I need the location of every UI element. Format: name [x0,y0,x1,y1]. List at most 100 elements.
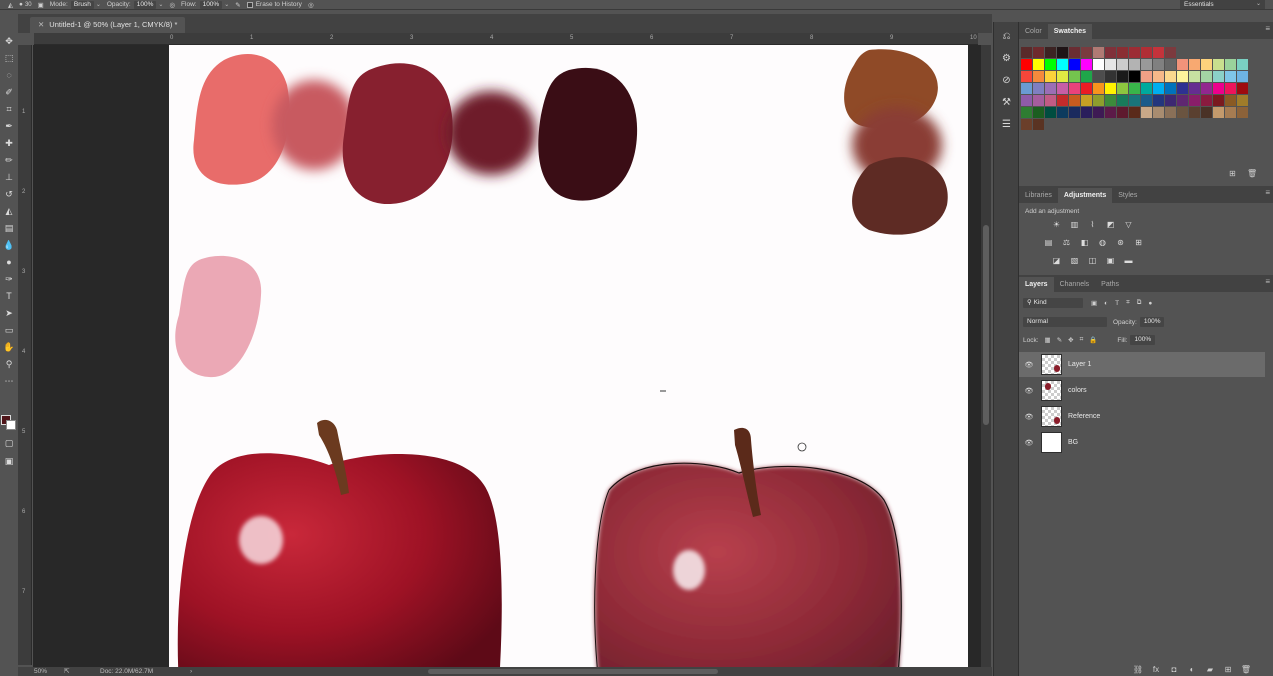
color-swatch[interactable] [1081,107,1093,119]
color-swatch[interactable] [1213,83,1225,95]
document-canvas[interactable] [169,45,968,667]
color-swatch[interactable] [1237,71,1249,83]
color-swatch[interactable] [1237,107,1249,119]
color-swatch[interactable] [1033,47,1045,59]
color-swatch[interactable] [1045,83,1057,95]
color-swatch[interactable] [1189,95,1201,107]
eraser-tool-icon[interactable]: ◭ [8,1,13,9]
color-swatch[interactable] [1225,107,1237,119]
color-swatch[interactable] [1045,47,1057,59]
color-swatch[interactable] [1105,95,1117,107]
color-swatch[interactable] [1021,95,1033,107]
color-swatch[interactable] [1153,95,1165,107]
color-swatch[interactable] [1117,47,1129,59]
opacity-value[interactable]: 100% [133,0,157,9]
color-swatch[interactable] [1165,71,1177,83]
layer-thumbnail[interactable] [1041,354,1062,375]
delete-swatch-icon[interactable]: 🗑 [1247,169,1257,178]
color-swatch[interactable] [1045,95,1057,107]
healing-brush-tool-icon[interactable]: ✚ [0,135,18,152]
color-swatch[interactable] [1021,59,1033,71]
color-swatch[interactable] [1201,71,1213,83]
color-swatch[interactable] [1153,71,1165,83]
pen-tool-icon[interactable]: ✑ [0,271,18,288]
color-swatch[interactable] [1069,59,1081,71]
eraser-tool-icon[interactable]: ◭ [0,203,18,220]
color-swatch[interactable] [1141,107,1153,119]
fill-value[interactable]: 100% [1130,335,1156,345]
tool-presets-panel-icon[interactable]: ☰ [994,114,1019,136]
brightness-icon[interactable]: ☀ [1049,219,1064,231]
mode-control[interactable]: Mode: Brush ⌄ [50,0,101,9]
layer-row[interactable]: 👁 Reference [1019,404,1265,429]
color-swatch[interactable] [1153,47,1165,59]
new-swatch-icon[interactable]: ⊞ [1229,169,1236,178]
color-swatch[interactable] [1165,107,1177,119]
color-swatch[interactable] [1021,119,1033,131]
vibrance-icon[interactable]: ▽ [1121,219,1136,231]
color-swatch[interactable] [1021,83,1033,95]
brush-tool-icon[interactable]: ✏ [0,152,18,169]
color-swatch[interactable] [1021,47,1033,59]
tab-layers[interactable]: Layers [1019,277,1054,292]
path-selection-tool-icon[interactable]: ➤ [0,305,18,322]
new-adjustment-layer-icon[interactable]: ◐ [1183,665,1201,674]
layer-style-icon[interactable]: fx [1147,665,1165,674]
lasso-tool-icon[interactable]: ◌ [0,67,18,84]
export-icon[interactable]: ⇱ [64,667,69,676]
invert-icon[interactable]: ◪ [1049,255,1064,267]
color-swatch[interactable] [1237,95,1249,107]
color-swatch[interactable] [1165,47,1177,59]
tab-paths[interactable]: Paths [1095,277,1125,292]
visibility-eye-icon[interactable]: 👁 [1019,387,1039,395]
dodge-tool-icon[interactable]: ● [0,254,18,271]
exposure-icon[interactable]: ◩ [1103,219,1118,231]
color-swatch[interactable] [1165,95,1177,107]
lock-position-icon[interactable]: ✥ [1068,336,1073,344]
color-swatch[interactable] [1165,83,1177,95]
layer-thumbnail[interactable] [1041,406,1062,427]
color-swatch[interactable] [1129,95,1141,107]
color-swatch[interactable] [1081,83,1093,95]
color-swatch[interactable] [1201,59,1213,71]
color-swatch[interactable] [1225,95,1237,107]
delete-layer-icon[interactable]: 🗑 [1237,665,1255,674]
opacity-control[interactable]: Opacity: 100% ⌄ [107,0,163,9]
color-swatch[interactable] [1057,95,1069,107]
color-swatch[interactable] [1105,107,1117,119]
color-balance-icon[interactable]: ⚖ [1059,237,1074,249]
photo-filter-icon[interactable]: ◍ [1095,237,1110,249]
hand-tool-icon[interactable]: ✋ [0,339,18,356]
gradient-tool-icon[interactable]: ▤ [0,220,18,237]
new-group-icon[interactable]: ▰ [1201,665,1219,674]
filter-pixel-icon[interactable]: ▣ [1091,299,1097,307]
color-swatch[interactable] [1117,83,1129,95]
color-swatch[interactable] [1033,119,1045,131]
color-swatch[interactable] [1069,107,1081,119]
lock-all-icon[interactable]: 🔒 [1089,336,1097,344]
vertical-scrollbar[interactable] [981,45,991,667]
panel-menu-icon[interactable]: ≡ [1265,188,1270,197]
levels-icon[interactable]: ▥ [1067,219,1082,231]
quick-selection-tool-icon[interactable]: ✐ [0,84,18,101]
color-swatch[interactable] [1237,59,1249,71]
color-swatch[interactable] [1201,107,1213,119]
color-swatch[interactable] [1093,59,1105,71]
channel-mixer-icon[interactable]: ⊛ [1113,237,1128,249]
pasteboard[interactable] [33,45,981,667]
color-swatch[interactable] [1177,95,1189,107]
airbrush-icon[interactable]: ✎ [235,1,240,9]
layer-row[interactable]: 👁 BG [1019,430,1265,455]
color-swatch[interactable] [1081,59,1093,71]
color-swatch[interactable] [1045,59,1057,71]
color-swatch[interactable] [1129,71,1141,83]
layer-filter-kind[interactable]: ⚲ Kind [1023,298,1083,308]
color-swatch[interactable] [1141,71,1153,83]
color-swatch[interactable] [1033,107,1045,119]
filter-smart-object-icon[interactable]: ⧉ [1137,299,1142,307]
erase-history-checkbox[interactable] [246,1,253,8]
lock-artboard-icon[interactable]: ⌗ [1080,336,1084,344]
panel-menu-icon[interactable]: ≡ [1265,24,1270,33]
color-swatch[interactable] [1105,83,1117,95]
black-white-icon[interactable]: ◧ [1077,237,1092,249]
